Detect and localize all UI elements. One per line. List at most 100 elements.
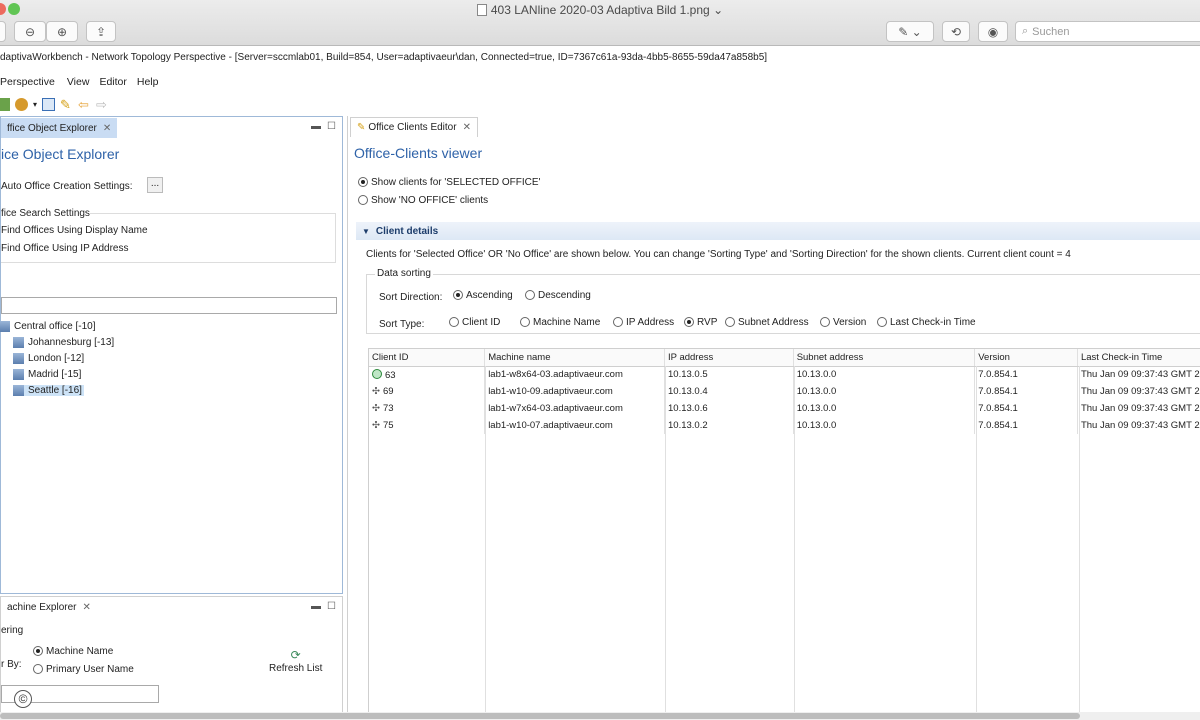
- sort-type-subnet-radio[interactable]: Subnet Address: [725, 317, 809, 328]
- version-cell: 7.0.854.1: [974, 400, 1078, 417]
- column-last-checkin[interactable]: Last Check-in Time: [1077, 349, 1200, 367]
- last-checkin-cell: Thu Jan 09 09:37:43 GMT 2: [1077, 366, 1200, 383]
- minimize-icon[interactable]: ▬: [311, 121, 321, 132]
- radio-unselected[interactable]: [520, 317, 530, 328]
- minimize-icon[interactable]: ▬: [311, 601, 321, 612]
- markup-button[interactable]: ✎ ⌄: [886, 21, 934, 42]
- filter-machine-name-radio[interactable]: Machine Name: [33, 646, 113, 657]
- column-client-id[interactable]: Client ID: [369, 349, 486, 367]
- table-row[interactable]: 63 lab1-w8x64-03.adaptivaeur.com 10.13.0…: [369, 366, 1200, 383]
- share-icon: ⇪: [95, 24, 107, 39]
- tree-item-johannesburg[interactable]: Johannesburg [-13]: [13, 337, 114, 348]
- window-icon[interactable]: [42, 97, 56, 111]
- menu-view[interactable]: View: [61, 76, 96, 92]
- radio-unselected[interactable]: [820, 317, 830, 328]
- sort-type-ip-address-radio[interactable]: IP Address: [613, 317, 674, 328]
- sidebar-toggle-button[interactable]: [0, 21, 6, 42]
- office-icon: [0, 321, 10, 332]
- client-rvp-icon: [372, 368, 382, 379]
- rotate-button[interactable]: ⟲: [942, 21, 970, 42]
- zoom-in-icon: ⊕: [56, 24, 68, 39]
- document-title[interactable]: 403 LANline 2020-03 Adaptiva Bild 1.png …: [0, 3, 1200, 17]
- sort-type-last-checkin-radio[interactable]: Last Check-in Time: [877, 317, 976, 328]
- forward-arrow-icon[interactable]: ⇨: [96, 98, 109, 111]
- database-icon[interactable]: [15, 97, 28, 111]
- data-sorting-group: Data sorting Sort Direction: Ascending D…: [366, 268, 1200, 334]
- menu-bar: Perspective View Editor Help: [0, 76, 164, 92]
- radio-unselected[interactable]: [525, 290, 535, 301]
- maximize-icon[interactable]: ☐: [327, 121, 336, 132]
- table-row[interactable]: ✣ 73 lab1-w7x64-03.adaptivaeur.com 10.13.…: [369, 400, 1200, 417]
- subnet-cell: 10.13.0.0: [793, 366, 976, 383]
- show-no-office-radio[interactable]: Show 'NO OFFICE' clients: [358, 195, 488, 206]
- radio-selected[interactable]: [684, 317, 694, 328]
- office-filter-input[interactable]: [1, 297, 337, 314]
- subnet-cell: 10.13.0.0: [793, 400, 976, 417]
- sort-type-client-id-radio[interactable]: Client ID: [449, 317, 500, 328]
- find-by-display-name-option[interactable]: Find Offices Using Display Name: [1, 225, 148, 236]
- sort-descending-radio[interactable]: Descending: [525, 290, 591, 301]
- radio-selected[interactable]: [358, 177, 368, 188]
- auto-office-settings-button[interactable]: ...: [147, 177, 163, 193]
- table-header-row: Client ID Machine name IP address Subnet…: [369, 349, 1200, 367]
- zoom-out-button[interactable]: ⊖: [14, 21, 46, 42]
- client-details-section[interactable]: ▼ Client details: [356, 222, 1200, 240]
- app-toolbar: ▾ ✎ ⇦ ⇨: [0, 95, 109, 113]
- menu-help[interactable]: Help: [133, 76, 165, 92]
- tab-office-object-explorer[interactable]: ffice Object Explorer ✕: [1, 118, 118, 138]
- sort-type-rvp-radio[interactable]: RVP: [684, 317, 717, 328]
- close-icon[interactable]: ✕: [103, 123, 111, 134]
- radio-unselected[interactable]: [33, 664, 43, 675]
- radio-unselected[interactable]: [725, 317, 735, 328]
- radio-unselected[interactable]: [877, 317, 887, 328]
- refresh-list-button[interactable]: ⟳ Refresh List: [269, 649, 322, 674]
- tab-machine-explorer[interactable]: achine Explorer ✕: [1, 597, 97, 617]
- menu-editor[interactable]: Editor: [95, 76, 132, 92]
- column-subnet-address[interactable]: Subnet address: [793, 349, 976, 367]
- column-machine-name[interactable]: Machine name: [484, 349, 666, 367]
- office-icon: [13, 385, 24, 396]
- sort-type-machine-name-radio[interactable]: Machine Name: [520, 317, 600, 328]
- menu-perspective[interactable]: Perspective: [0, 76, 61, 92]
- find-by-ip-option[interactable]: Find Office Using IP Address: [1, 243, 128, 254]
- filter-primary-user-radio[interactable]: Primary User Name: [33, 664, 134, 675]
- tree-item-central-office[interactable]: Central office [-10]: [0, 321, 96, 332]
- column-version[interactable]: Version: [974, 349, 1078, 367]
- back-arrow-icon[interactable]: ⇦: [78, 98, 91, 111]
- sort-ascending-radio[interactable]: Ascending: [453, 290, 513, 301]
- close-icon[interactable]: ✕: [82, 602, 90, 613]
- pen-icon: ✎ ⌄: [898, 24, 922, 39]
- preview-toolbar: 403 LANline 2020-03 Adaptiva Bild 1.png …: [0, 0, 1200, 46]
- rotate-icon: ⟲: [950, 24, 962, 39]
- tree-item-london[interactable]: London [-12]: [13, 353, 84, 364]
- tree-item-seattle[interactable]: Seattle [-16]: [13, 385, 84, 396]
- share-button[interactable]: ⇪: [86, 21, 116, 42]
- grid-icon[interactable]: [0, 97, 10, 111]
- show-selected-office-radio[interactable]: Show clients for 'SELECTED OFFICE': [358, 177, 540, 188]
- dropdown-arrow-icon[interactable]: ▾: [33, 100, 37, 109]
- scrollbar-thumb[interactable]: [0, 713, 1080, 719]
- last-checkin-cell: Thu Jan 09 09:37:43 GMT 2: [1077, 383, 1200, 400]
- radio-selected[interactable]: [33, 646, 43, 657]
- sort-type-version-radio[interactable]: Version: [820, 317, 866, 328]
- close-icon[interactable]: ✕: [463, 122, 471, 133]
- preview-file-icon: [476, 4, 487, 16]
- column-ip-address[interactable]: IP address: [664, 349, 794, 367]
- radio-selected[interactable]: [453, 290, 463, 301]
- office-clients-editor: ✎ Office Clients Editor ✕ Office-Clients…: [347, 116, 1200, 720]
- radio-unselected[interactable]: [613, 317, 623, 328]
- radio-unselected[interactable]: [449, 317, 459, 328]
- annotate-button[interactable]: ◉: [978, 21, 1008, 42]
- radio-unselected[interactable]: [358, 195, 368, 206]
- maximize-icon[interactable]: ☐: [327, 601, 336, 612]
- pencil-icon[interactable]: ✎: [60, 98, 73, 111]
- clients-table: Client ID Machine name IP address Subnet…: [368, 348, 1200, 720]
- search-input[interactable]: ⌕ Suchen: [1015, 21, 1200, 42]
- tree-item-madrid[interactable]: Madrid [-15]: [13, 369, 81, 380]
- table-row[interactable]: ✣ 69 lab1-w10-09.adaptivaeur.com 10.13.0.…: [369, 383, 1200, 400]
- tab-office-clients-editor[interactable]: ✎ Office Clients Editor ✕: [350, 117, 478, 137]
- zoom-in-button[interactable]: ⊕: [46, 21, 78, 42]
- table-row[interactable]: ✣ 75 lab1-w10-07.adaptivaeur.com 10.13.0.…: [369, 417, 1200, 434]
- client-icon: ✣: [372, 403, 380, 414]
- horizontal-scrollbar[interactable]: [0, 712, 1200, 720]
